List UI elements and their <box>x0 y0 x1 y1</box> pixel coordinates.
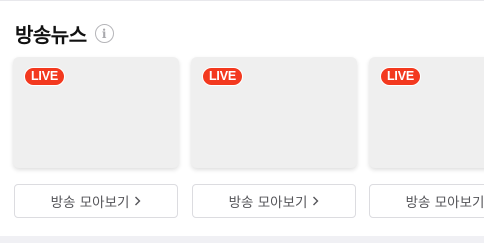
live-badge: LIVE <box>202 67 243 86</box>
broadcast-news-panel: 방송뉴스 i LIVE LIVE LIVE 방송 모아보기 방송 모아보기 방송… <box>0 0 484 236</box>
view-all-broadcast-button-3[interactable]: 방송 모아보기 <box>369 184 484 218</box>
section-title: 방송뉴스 <box>15 23 87 47</box>
chevron-right-icon <box>135 196 141 206</box>
button-label: 방송 모아보기 <box>50 195 130 211</box>
live-badge: LIVE <box>380 67 421 86</box>
live-badge: LIVE <box>24 67 65 86</box>
section-header: 방송뉴스 i <box>15 19 114 48</box>
view-all-broadcast-button-1[interactable]: 방송 모아보기 <box>14 184 178 218</box>
info-icon[interactable]: i <box>94 24 114 43</box>
view-all-broadcast-button-2[interactable]: 방송 모아보기 <box>192 184 356 218</box>
chevron-right-icon <box>313 196 319 206</box>
button-label: 방송 모아보기 <box>228 195 308 211</box>
video-card-1[interactable]: LIVE <box>13 57 179 168</box>
button-label: 방송 모아보기 <box>405 195 484 211</box>
video-card-3[interactable]: LIVE <box>369 57 484 168</box>
video-card-2[interactable]: LIVE <box>191 57 357 168</box>
